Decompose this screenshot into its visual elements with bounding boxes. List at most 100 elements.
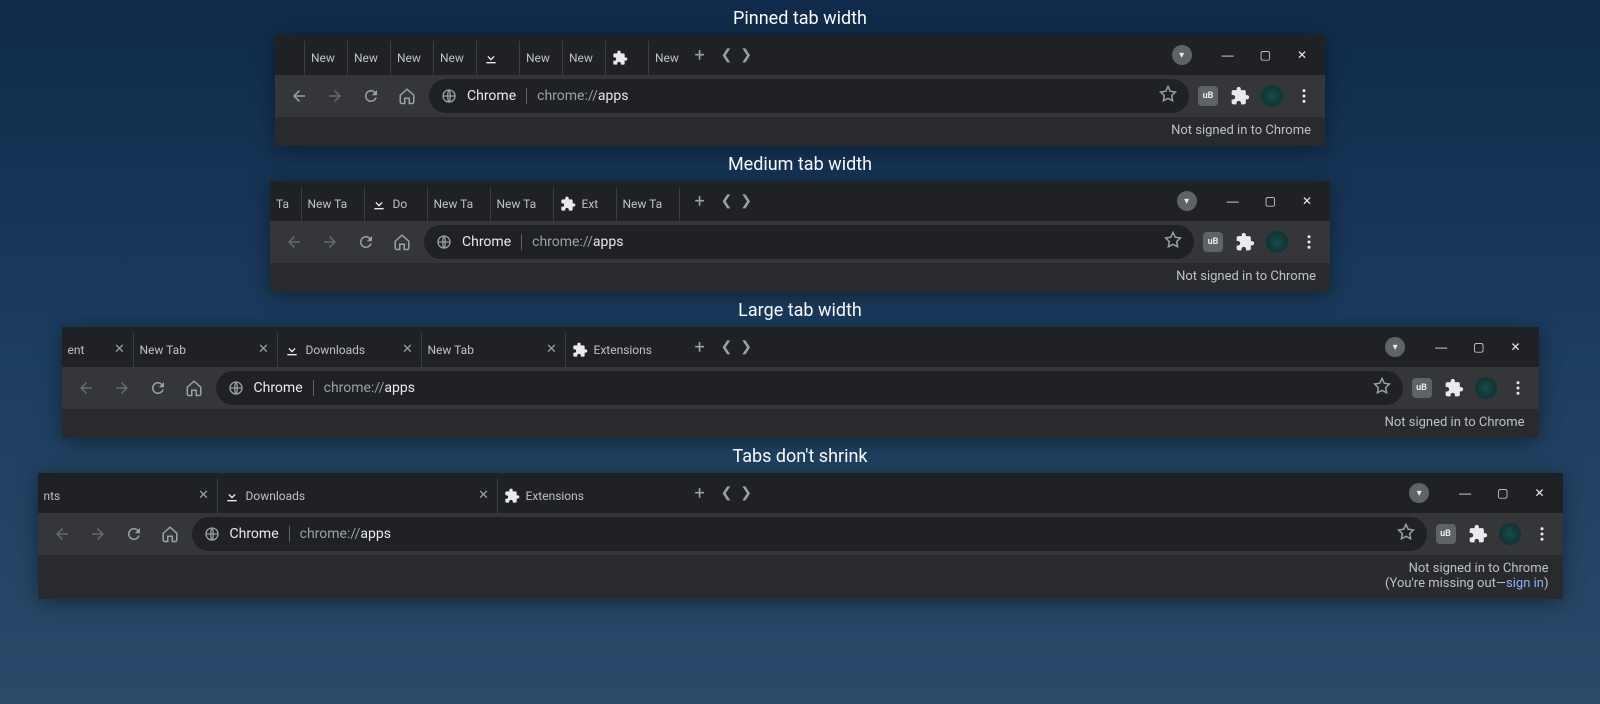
- close-icon[interactable]: ✕: [477, 489, 491, 503]
- browser-tab[interactable]: New: [563, 41, 606, 75]
- browser-tab[interactable]: New Tab✕: [134, 333, 278, 367]
- profile-button[interactable]: ▾: [1385, 337, 1405, 357]
- tab-scroll-left-icon[interactable]: ❮: [717, 43, 737, 67]
- browser-tab[interactable]: New: [434, 41, 477, 75]
- reload-button[interactable]: [357, 82, 385, 110]
- ublock-icon[interactable]: uB: [1435, 523, 1457, 545]
- extensions-menu-icon[interactable]: [1234, 231, 1256, 253]
- new-tab-button[interactable]: +: [687, 334, 713, 360]
- browser-tab[interactable]: New Ta: [302, 187, 365, 221]
- site-info-icon[interactable]: [228, 380, 244, 396]
- ublock-icon[interactable]: uB: [1202, 231, 1224, 253]
- home-button[interactable]: [156, 520, 184, 548]
- chrome-menu-icon[interactable]: [1531, 523, 1553, 545]
- back-button[interactable]: [72, 374, 100, 402]
- browser-tab[interactable]: [275, 41, 305, 75]
- browser-tab[interactable]: New Ta: [428, 187, 491, 221]
- browser-tab[interactable]: Extensions✕: [498, 479, 683, 513]
- tab-scroll-right-icon[interactable]: ❯: [736, 43, 756, 67]
- extensions-menu-icon[interactable]: [1229, 85, 1251, 107]
- tab-scroll-right-icon[interactable]: ❯: [736, 335, 756, 359]
- minimize-icon[interactable]: —: [1435, 340, 1447, 354]
- browser-tab[interactable]: New Tab✕: [422, 333, 566, 367]
- tab-scroll-left-icon[interactable]: ❮: [717, 481, 737, 505]
- back-button[interactable]: [280, 228, 308, 256]
- close-icon[interactable]: ✕: [545, 343, 559, 357]
- new-tab-button[interactable]: +: [687, 42, 713, 68]
- browser-tab[interactable]: Downloads✕: [218, 479, 498, 513]
- site-info-icon[interactable]: [436, 234, 452, 250]
- chrome-menu-icon[interactable]: [1298, 231, 1320, 253]
- browser-tab[interactable]: Ta: [270, 187, 302, 221]
- browser-tab[interactable]: ent✕: [62, 333, 134, 367]
- tab-scroll-right-icon[interactable]: ❯: [736, 189, 756, 213]
- bookmark-star-icon[interactable]: [1397, 523, 1415, 545]
- browser-tab[interactable]: New: [348, 41, 391, 75]
- browser-tab[interactable]: New: [305, 41, 348, 75]
- new-tab-button[interactable]: +: [687, 188, 713, 214]
- close-icon[interactable]: ✕: [257, 343, 271, 357]
- browser-tab[interactable]: Downloads✕: [278, 333, 422, 367]
- avatar[interactable]: [1266, 231, 1288, 253]
- site-info-icon[interactable]: [441, 88, 457, 104]
- tab-scroll-right-icon[interactable]: ❯: [736, 481, 756, 505]
- browser-tab[interactable]: New Ta: [617, 187, 680, 221]
- maximize-icon[interactable]: ▢: [1265, 194, 1276, 208]
- address-bar[interactable]: Chrome chrome://apps: [429, 79, 1189, 113]
- tab-scroll-left-icon[interactable]: ❮: [717, 189, 737, 213]
- maximize-icon[interactable]: ▢: [1497, 486, 1508, 500]
- back-button[interactable]: [48, 520, 76, 548]
- close-icon[interactable]: ✕: [401, 343, 415, 357]
- minimize-icon[interactable]: —: [1227, 194, 1239, 208]
- bookmark-star-icon[interactable]: [1159, 85, 1177, 107]
- browser-tab[interactable]: New Ta: [491, 187, 554, 221]
- address-bar[interactable]: Chrome chrome://apps: [424, 225, 1194, 259]
- avatar[interactable]: [1499, 523, 1521, 545]
- reload-button[interactable]: [120, 520, 148, 548]
- chrome-menu-icon[interactable]: [1293, 85, 1315, 107]
- bookmark-star-icon[interactable]: [1164, 231, 1182, 253]
- profile-button[interactable]: ▾: [1172, 45, 1192, 65]
- avatar[interactable]: [1475, 377, 1497, 399]
- tab-scroll-left-icon[interactable]: ❮: [717, 335, 737, 359]
- reload-button[interactable]: [352, 228, 380, 256]
- browser-tab[interactable]: New: [520, 41, 563, 75]
- profile-button[interactable]: ▾: [1177, 191, 1197, 211]
- extensions-menu-icon[interactable]: [1467, 523, 1489, 545]
- home-button[interactable]: [388, 228, 416, 256]
- bookmark-star-icon[interactable]: [1373, 377, 1391, 399]
- avatar[interactable]: [1261, 85, 1283, 107]
- extensions-menu-icon[interactable]: [1443, 377, 1465, 399]
- minimize-icon[interactable]: —: [1459, 486, 1471, 500]
- home-button[interactable]: [393, 82, 421, 110]
- forward-button[interactable]: [321, 82, 349, 110]
- browser-tab[interactable]: [606, 41, 649, 75]
- address-bar[interactable]: Chrome chrome://apps: [192, 517, 1427, 551]
- browser-tab[interactable]: Extensions✕: [566, 333, 683, 367]
- ublock-icon[interactable]: uB: [1411, 377, 1433, 399]
- minimize-icon[interactable]: —: [1222, 48, 1234, 62]
- maximize-icon[interactable]: ▢: [1473, 340, 1484, 354]
- new-tab-button[interactable]: +: [687, 480, 713, 506]
- close-icon[interactable]: ✕: [1534, 486, 1544, 500]
- chrome-menu-icon[interactable]: [1507, 377, 1529, 399]
- profile-button[interactable]: ▾: [1409, 483, 1429, 503]
- reload-button[interactable]: [144, 374, 172, 402]
- forward-button[interactable]: [316, 228, 344, 256]
- browser-tab[interactable]: Do: [365, 187, 428, 221]
- ublock-icon[interactable]: uB: [1197, 85, 1219, 107]
- browser-tab[interactable]: Ext: [554, 187, 617, 221]
- close-icon[interactable]: ✕: [1297, 48, 1307, 62]
- maximize-icon[interactable]: ▢: [1260, 48, 1271, 62]
- address-bar[interactable]: Chrome chrome://apps: [216, 371, 1403, 405]
- back-button[interactable]: [285, 82, 313, 110]
- close-icon[interactable]: ✕: [1302, 194, 1312, 208]
- close-icon[interactable]: ✕: [1510, 340, 1520, 354]
- browser-tab[interactable]: New: [649, 41, 683, 75]
- forward-button[interactable]: [108, 374, 136, 402]
- browser-tab[interactable]: nts✕: [38, 479, 218, 513]
- signin-link[interactable]: sign in: [1506, 576, 1544, 591]
- forward-button[interactable]: [84, 520, 112, 548]
- close-icon[interactable]: ✕: [197, 489, 211, 503]
- close-icon[interactable]: ✕: [113, 343, 127, 357]
